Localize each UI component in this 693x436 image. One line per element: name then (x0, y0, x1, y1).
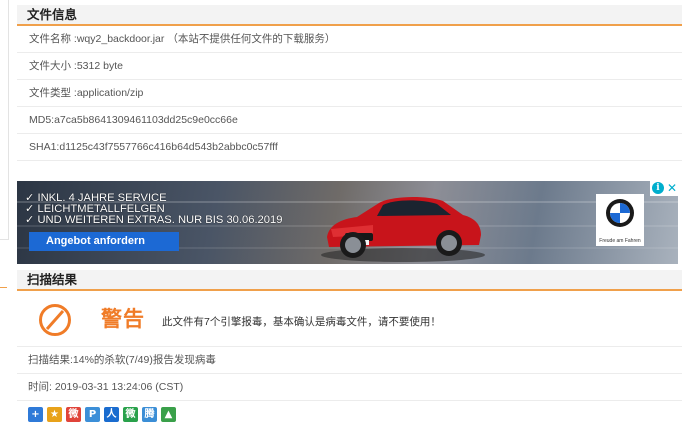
share-tencent-icon[interactable]: 腾 (142, 407, 157, 422)
share-toolbar: + ★ 微 P 人微腾 ▲ (17, 401, 682, 427)
brand-caption: Freude am Fahren (599, 238, 641, 244)
sha1-label: SHA1: (29, 141, 60, 153)
car-image: M BM 1 (321, 197, 485, 262)
ad-line-3: ✓ UND WEITEREN EXTRAS. NUR BIS 30.06.201… (25, 214, 283, 226)
left-column-accent (0, 287, 7, 288)
share-wechat-icon[interactable]: 微 (123, 407, 138, 422)
ad-cta-button[interactable]: Angebot anfordern (29, 232, 179, 251)
warning-message: 此文件有7个引擎报毒，基本确认是病毒文件，请不要使用！ (162, 316, 441, 328)
md5-row: MD5:a7ca5b8641309461103dd25c9e0cc66e (17, 107, 682, 134)
file-size-value: 5312 byte (76, 60, 123, 72)
md5-label: MD5: (29, 114, 55, 126)
ad-info-icon[interactable]: i (652, 182, 664, 194)
share-qzone-icon[interactable]: P (85, 407, 100, 422)
left-column-fragment (0, 0, 9, 240)
prohibited-icon (39, 304, 71, 336)
share-people-icon[interactable]: 人 (104, 407, 119, 422)
share-weibo-icon[interactable]: 微 (66, 407, 81, 422)
ad-text: ✓ INKL. 4 JAHRE SERVICE ✓ LEICHTMETALLFE… (25, 192, 283, 226)
advertisement-banner[interactable]: ✓ INKL. 4 JAHRE SERVICE ✓ LEICHTMETALLFE… (17, 181, 678, 264)
file-size-label: 文件大小 : (29, 60, 77, 72)
file-name-label: 文件名称 : (29, 33, 77, 45)
sha1-value: d1125c43f7557766c416b64d543b2abbc0c57fff (59, 141, 278, 153)
scan-result-summary: 扫描结果:14%的杀软(7/49)报告发现病毒 (17, 347, 682, 374)
file-info-panel: 文件信息 文件名称 :wqy2_backdoor.jar （本站不提供任何文件的… (17, 5, 682, 161)
file-type-row: 文件类型 :application/zip (17, 80, 682, 107)
file-name-value: wqy2_backdoor.jar （本站不提供任何文件的下载服务） (76, 33, 336, 45)
file-type-label: 文件类型 : (29, 87, 77, 99)
ad-choices[interactable]: i ✕ (650, 181, 678, 196)
scan-result-panel: 扫描结果 警告 此文件有7个引擎报毒，基本确认是病毒文件，请不要使用！ 扫描结果… (17, 270, 682, 427)
brand-logo-box: Freude am Fahren (596, 194, 644, 246)
scan-warning: 警告 此文件有7个引擎报毒，基本确认是病毒文件，请不要使用！ (17, 291, 682, 347)
file-name-row: 文件名称 :wqy2_backdoor.jar （本站不提供任何文件的下载服务） (17, 26, 682, 53)
bmw-logo-icon (606, 199, 634, 227)
file-info-title: 文件信息 (17, 5, 682, 26)
share-pic-icon[interactable]: ▲ (161, 407, 176, 422)
file-type-value: application/zip (76, 87, 144, 99)
md5-value: a7ca5b8641309461103dd25c9e0cc66e (54, 114, 238, 126)
sha1-row: SHA1:d1125c43f7557766c416b64d543b2abbc0c… (17, 134, 682, 161)
scan-time: 时间: 2019-03-31 13:24:06 (CST) (17, 374, 682, 401)
scan-result-title: 扫描结果 (17, 270, 682, 291)
share-add-icon[interactable]: + (28, 407, 43, 422)
share-star-icon[interactable]: ★ (47, 407, 62, 422)
warning-status: 警告 (101, 307, 145, 331)
ad-close-icon[interactable]: ✕ (667, 181, 677, 195)
file-size-row: 文件大小 :5312 byte (17, 53, 682, 80)
